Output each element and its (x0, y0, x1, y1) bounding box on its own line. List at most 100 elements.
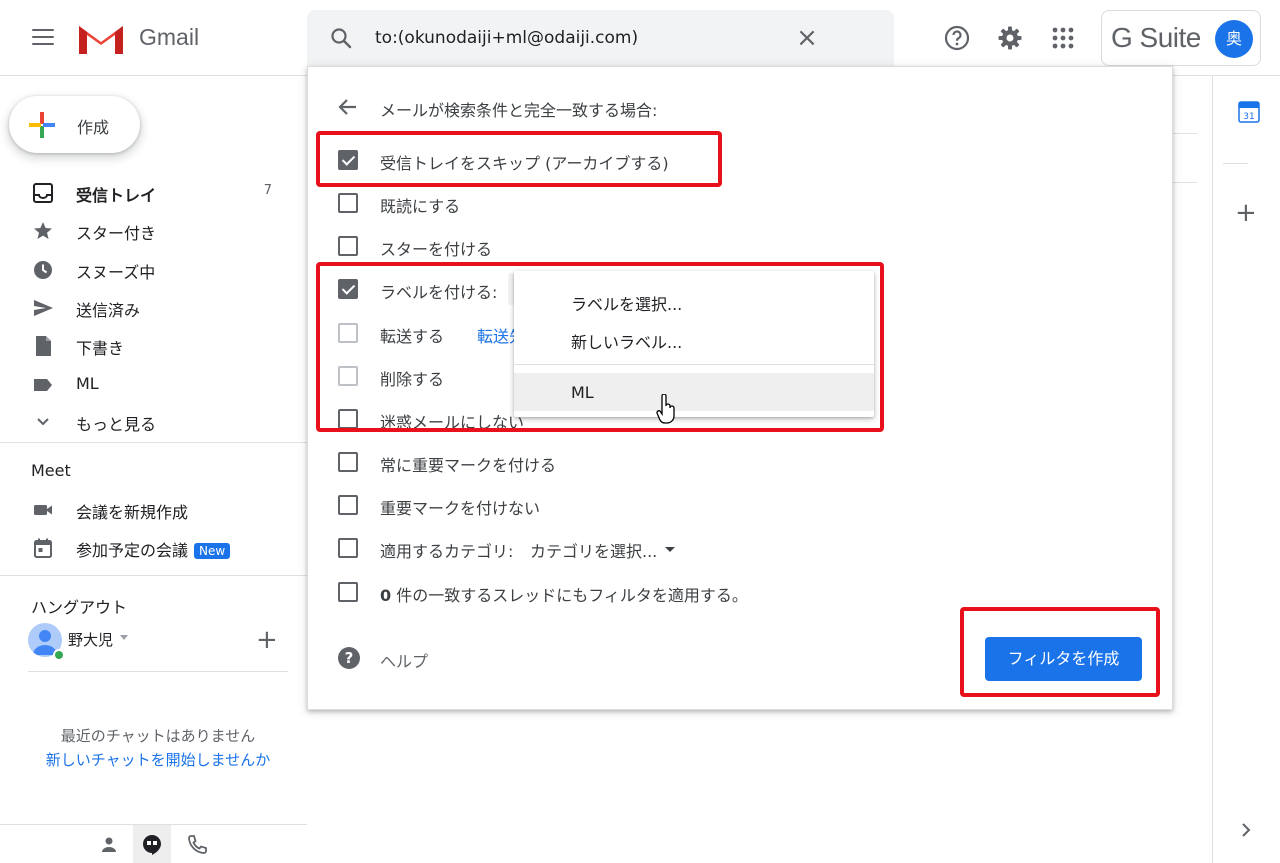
help-circle-icon: ? (338, 647, 360, 669)
sidebar-item-label: 下書き (76, 339, 125, 358)
meet-section-title: Meet (31, 461, 71, 480)
background-divider (1172, 133, 1197, 134)
phone-icon[interactable] (185, 833, 209, 857)
hangouts-chat-icon (143, 835, 161, 855)
main-menu-button[interactable] (28, 24, 58, 52)
apps-grid-icon[interactable] (1049, 24, 1077, 52)
forward-checkbox[interactable] (338, 323, 358, 343)
meet-new-meeting-label: 会議を新規作成 (76, 503, 189, 522)
category-select[interactable]: カテゴリを選択... (530, 538, 676, 562)
option-mark-read: 既読にする (338, 189, 838, 217)
sidebar-item-drafts[interactable]: 下書き (0, 328, 290, 362)
never-important-checkbox[interactable] (338, 495, 358, 515)
chevron-down-icon (37, 418, 49, 426)
user-menu-caret-icon[interactable] (120, 635, 128, 640)
skip-inbox-checkbox[interactable] (338, 150, 358, 170)
star-checkbox[interactable] (338, 236, 358, 256)
side-panel: 31 + (1212, 76, 1280, 863)
option-label: スターを付ける (380, 240, 493, 259)
delete-checkbox[interactable] (338, 366, 358, 386)
back-arrow-icon[interactable] (336, 95, 360, 119)
videocam-icon (34, 505, 52, 515)
gsuite-logo: G Suite (1111, 22, 1201, 53)
hangouts-divider (28, 671, 288, 672)
new-badge: New (194, 543, 231, 559)
background-divider (1172, 182, 1197, 183)
category-checkbox[interactable] (338, 538, 358, 558)
online-status-icon (53, 649, 65, 661)
option-never-important: 重要マークを付けない (338, 491, 838, 519)
add-chat-icon[interactable]: + (256, 625, 278, 655)
search-input[interactable] (375, 26, 835, 50)
star-icon (34, 222, 52, 239)
sidebar-item-more[interactable]: もっと見る (0, 404, 290, 438)
help-link[interactable]: ? ヘルプ (338, 647, 478, 671)
hangouts-tab-active[interactable] (133, 825, 171, 863)
inbox-icon (33, 183, 53, 203)
help-icon[interactable] (943, 24, 971, 52)
dropdown-item-new-label[interactable]: 新しいラベル... (514, 319, 874, 357)
always-important-checkbox[interactable] (338, 452, 358, 472)
sidebar-item-snoozed[interactable]: スヌーズ中 (0, 252, 290, 286)
filter-dialog-heading: メールが検索条件と完全一致する場合: (380, 101, 658, 120)
send-icon (34, 300, 53, 316)
apply-existing-checkbox[interactable] (338, 582, 358, 602)
label-dropdown-menu: ラベルを選択... 新しいラベル... ML (514, 271, 874, 417)
option-star: スターを付ける (338, 232, 838, 260)
meet-scheduled-label: 参加予定の会議 New (76, 537, 231, 561)
draft-icon (36, 336, 51, 356)
hangouts-user[interactable]: 野大児 + (28, 623, 288, 661)
side-panel-divider (1223, 163, 1248, 164)
meet-scheduled-meetings[interactable]: 参加予定の会議 New (0, 530, 290, 564)
option-label: 既読にする (380, 197, 461, 216)
apply-label-checkbox[interactable] (338, 279, 358, 299)
dropdown-item-ml[interactable]: ML (514, 373, 874, 411)
compose-label: 作成 (77, 118, 110, 137)
add-addon-icon[interactable]: + (1235, 200, 1257, 226)
matching-count: 0 (380, 586, 392, 605)
meet-new-meeting[interactable]: 会議を新規作成 (0, 492, 290, 526)
dropdown-item-label: ラベルを選択... (571, 295, 683, 314)
sidebar-item-label: 送信済み (76, 301, 141, 320)
compose-button[interactable]: 作成 (9, 96, 140, 153)
sidebar-item-label: もっと見る (76, 415, 157, 434)
compose-plus-icon (29, 112, 55, 138)
contacts-person-icon[interactable] (97, 833, 121, 857)
never-spam-checkbox[interactable] (338, 409, 358, 429)
no-recent-chats-text: 最近のチャットはありません (60, 727, 256, 745)
svg-text:31: 31 (1243, 112, 1254, 122)
sidebar-item-starred[interactable]: スター付き (0, 213, 290, 247)
option-always-important: 常に重要マークを付ける (338, 448, 838, 476)
calendar-icon (34, 538, 52, 558)
dropdown-separator (514, 364, 874, 365)
option-label: 常に重要マークを付ける (380, 456, 557, 475)
sidebar-item-label: スヌーズ中 (76, 263, 156, 282)
start-new-chat-link[interactable]: 新しいチャットを開始しませんか (0, 749, 316, 770)
mark-read-checkbox[interactable] (338, 193, 358, 213)
clear-search-icon[interactable]: × (793, 24, 821, 52)
option-label: 重要マークを付けない (380, 499, 541, 518)
option-label: 受信トレイをスキップ (アーカイブする) (380, 154, 669, 173)
sidebar-item-label: ML (76, 374, 99, 393)
expand-panel-chevron-icon[interactable] (1239, 821, 1253, 839)
hangouts-bottom-bar (0, 824, 307, 863)
help-label: ヘルプ (380, 652, 429, 671)
top-bar: Gmail × G (0, 0, 1280, 76)
sidebar-item-inbox[interactable]: 受信トレイ 7 (0, 175, 290, 209)
search-icon[interactable] (329, 26, 353, 50)
search-bar[interactable]: × (307, 10, 894, 66)
sidebar-divider (0, 442, 307, 443)
calendar-app-icon[interactable]: 31 (1237, 100, 1261, 124)
account-avatar[interactable]: 奥 (1215, 20, 1253, 58)
create-filter-button[interactable]: フィルタを作成 (985, 637, 1142, 681)
dropdown-item-choose-label[interactable]: ラベルを選択... (514, 281, 874, 319)
sidebar-item-sent[interactable]: 送信済み (0, 290, 290, 324)
label-icon (34, 379, 52, 391)
settings-gear-icon[interactable] (996, 24, 1024, 52)
sidebar-divider (0, 575, 307, 576)
sidebar-item-label: 受信トレイ (76, 186, 157, 205)
option-label: 削除する (380, 370, 445, 389)
hangouts-section-title: ハングアウト (31, 598, 128, 617)
gmail-logo-icon (79, 26, 123, 54)
sidebar-item-ml[interactable]: ML (0, 367, 290, 401)
